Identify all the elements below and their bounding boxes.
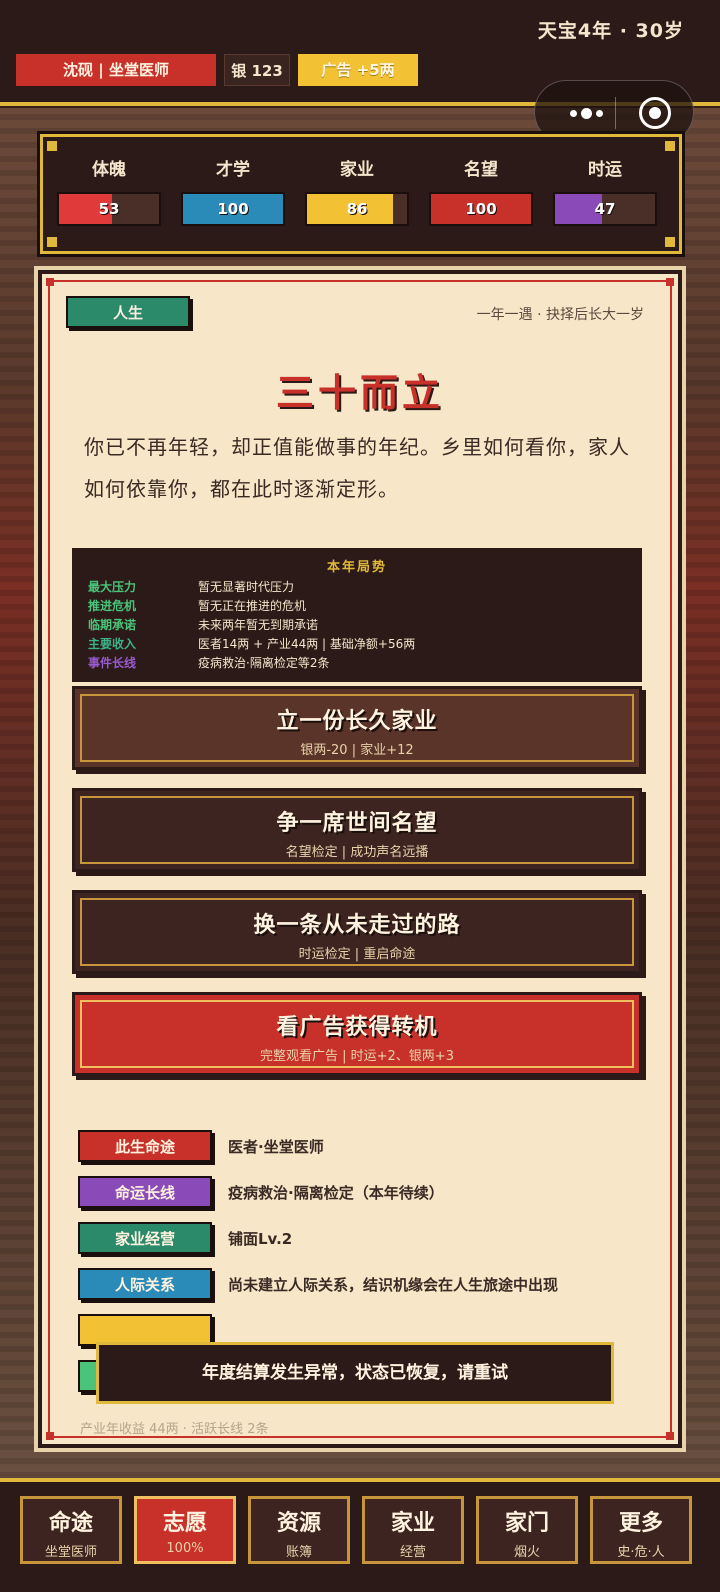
info-value: 疫病救治·隔离检定（本年待续） (228, 1184, 444, 1202)
tab-sublabel: 烟火 (513, 1545, 540, 1560)
tab-destiny[interactable]: 命途 坐堂医师 (20, 1496, 122, 1564)
choice-subtitle: 时运检定 | 重启命途 (298, 947, 416, 962)
stat-reputation: 名望 100 (429, 155, 533, 226)
choice-seek-fame-button[interactable]: 争一席世间名望 名望检定 | 成功声名远播 (72, 788, 642, 872)
capsule-divider (615, 97, 616, 129)
choice-watch-ad-button[interactable]: 看广告获得转机 完整观看广告 | 时运+2、银两+3 (72, 992, 642, 1076)
choice-subtitle: 名望检定 | 成功声名远播 (285, 845, 429, 860)
stat-bar: 100 (429, 192, 533, 226)
situation-value: 暂无正在推进的危机 (198, 599, 307, 613)
tab-sublabel: 100% (166, 1541, 204, 1556)
stat-value: 53 (98, 200, 120, 218)
year-situation-panel: 本年局势 最大压力 暂无显著时代压力 推进危机 暂无正在推进的危机 临期承诺 未来两年… (72, 548, 642, 682)
tab-sublabel: 经营 (399, 1545, 426, 1560)
situation-key: 临期承诺 (88, 618, 137, 632)
event-title: 三十而立 (275, 371, 444, 415)
stat-bar: 47 (553, 192, 657, 226)
event-description: 你已不再年轻，却正值能做事的年纪。乡里如何看你，家人如何依靠你，都在此时逐渐定形… (84, 435, 630, 501)
info-tag[interactable]: 家业经营 (78, 1222, 212, 1254)
situation-key: 最大压力 (88, 580, 137, 594)
situation-value: 医者14两 + 产业44两 | 基础净额+56两 (198, 637, 416, 651)
tab-resources[interactable]: 资源 账簿 (248, 1496, 350, 1564)
stat-value: 100 (465, 200, 497, 218)
card-corner (666, 1432, 674, 1440)
panel-corner (47, 237, 57, 247)
situation-row: 事件长线 疫病救治·隔离检定等2条 (88, 654, 329, 671)
choice-build-estate-button[interactable]: 立一份长久家业 银两-20 | 家业+12 (72, 686, 642, 770)
event-category-tag: 人生 (66, 296, 190, 328)
stat-fortune: 时运 47 (553, 155, 657, 226)
choice-title: 换一条从未走过的路 (253, 913, 461, 938)
situation-title: 本年局势 (326, 560, 387, 575)
stat-label: 时运 (588, 160, 622, 180)
panel-corner (47, 141, 57, 151)
panel-corner (665, 141, 675, 151)
event-hint: 一年一遇 · 抉择后长大一岁 (476, 307, 644, 323)
panel-corner (665, 237, 675, 247)
silver-counter: 银 123 (224, 54, 290, 86)
info-tag[interactable]: 命运长线 (78, 1176, 212, 1208)
era-age-label: 天宝4年 · 30岁 (537, 20, 684, 42)
card-corner (46, 278, 54, 286)
player-name-badge[interactable]: 沈砚 | 坐堂医师 (16, 54, 216, 86)
tab-label: 家业 (390, 1511, 435, 1536)
situation-key: 推进危机 (88, 599, 137, 613)
more-icon[interactable] (561, 102, 611, 124)
tab-label: 家门 (504, 1511, 549, 1536)
tab-label: 更多 (618, 1511, 663, 1536)
situation-key: 事件长线 (88, 656, 137, 670)
stat-bar: 53 (57, 192, 161, 226)
stat-label: 家业 (340, 160, 374, 180)
tab-sublabel: 史·危·人 (617, 1545, 665, 1560)
situation-key: 主要收入 (88, 637, 137, 651)
choice-subtitle: 银两-20 | 家业+12 (300, 743, 414, 758)
close-target-icon[interactable] (639, 97, 671, 129)
situation-value: 暂无显著时代压力 (198, 580, 295, 594)
situation-row: 最大压力 暂无显著时代压力 (88, 578, 294, 595)
situation-value: 疫病救治·隔离检定等2条 (198, 656, 330, 670)
stat-physique: 体魄 53 (57, 155, 161, 226)
stat-label: 名望 (464, 160, 498, 180)
tab-household[interactable]: 家门 烟火 (476, 1496, 578, 1564)
stat-value: 47 (594, 200, 616, 218)
card-corner (666, 278, 674, 286)
situation-row: 主要收入 医者14两 + 产业44两 | 基础净额+56两 (88, 635, 415, 652)
situation-value: 未来两年暂无到期承诺 (198, 618, 319, 632)
choice-title: 争一席世间名望 (276, 811, 438, 836)
error-toast: 年度结算发生异常，状态已恢复，请重试 (96, 1342, 614, 1404)
tab-aspiration[interactable]: 志愿 100% (134, 1496, 236, 1564)
tab-more[interactable]: 更多 史·危·人 (590, 1496, 692, 1564)
bottom-navigation: 命途 坐堂医师 志愿 100% 资源 账簿 家业 经营 家门 烟火 更多 史·危… (0, 1478, 720, 1592)
tab-label: 命途 (48, 1511, 93, 1536)
choice-subtitle: 完整观看广告 | 时运+2、银两+3 (260, 1049, 454, 1064)
stat-bar: 100 (181, 192, 285, 226)
ad-reward-button[interactable]: 广告 +5两 (298, 54, 418, 86)
info-value: 医者·坐堂医师 (228, 1138, 324, 1156)
choice-title: 立一份长久家业 (276, 709, 438, 734)
situation-row: 推进危机 暂无正在推进的危机 (88, 597, 306, 614)
event-card: 人生 一年一遇 · 抉择后长大一岁 三十而立 你已不再年轻，却正值能做事的年纪。… (38, 270, 682, 1448)
tab-label: 志愿 (162, 1511, 207, 1536)
stat-talent: 才学 100 (181, 155, 285, 226)
stat-label: 才学 (216, 160, 250, 180)
info-value: 尚未建立人际关系，结识机缘会在人生旅途中出现 (228, 1276, 559, 1294)
stat-value: 86 (346, 200, 368, 218)
choice-new-path-button[interactable]: 换一条从未走过的路 时运检定 | 重启命途 (72, 890, 642, 974)
tab-sublabel: 账簿 (285, 1545, 312, 1560)
attribute-panel: 体魄 53 才学 100 家业 86 名望 100 时运 47 (40, 134, 682, 254)
stat-value: 100 (217, 200, 249, 218)
tab-label: 资源 (276, 1511, 321, 1536)
choice-title: 看广告获得转机 (276, 1015, 438, 1040)
tab-estate[interactable]: 家业 经营 (362, 1496, 464, 1564)
stat-label: 体魄 (92, 160, 126, 180)
card-corner (46, 1432, 54, 1440)
info-tag[interactable]: 此生命途 (78, 1130, 212, 1162)
income-summary: 产业年收益 44两 · 活跃长线 2条 (80, 1422, 269, 1437)
stat-bar: 86 (305, 192, 409, 226)
tab-sublabel: 坐堂医师 (44, 1545, 97, 1560)
stat-estate: 家业 86 (305, 155, 409, 226)
situation-row: 临期承诺 未来两年暂无到期承诺 (88, 616, 318, 633)
info-tag[interactable]: 人际关系 (78, 1268, 212, 1300)
info-value: 铺面Lv.2 (228, 1230, 293, 1248)
